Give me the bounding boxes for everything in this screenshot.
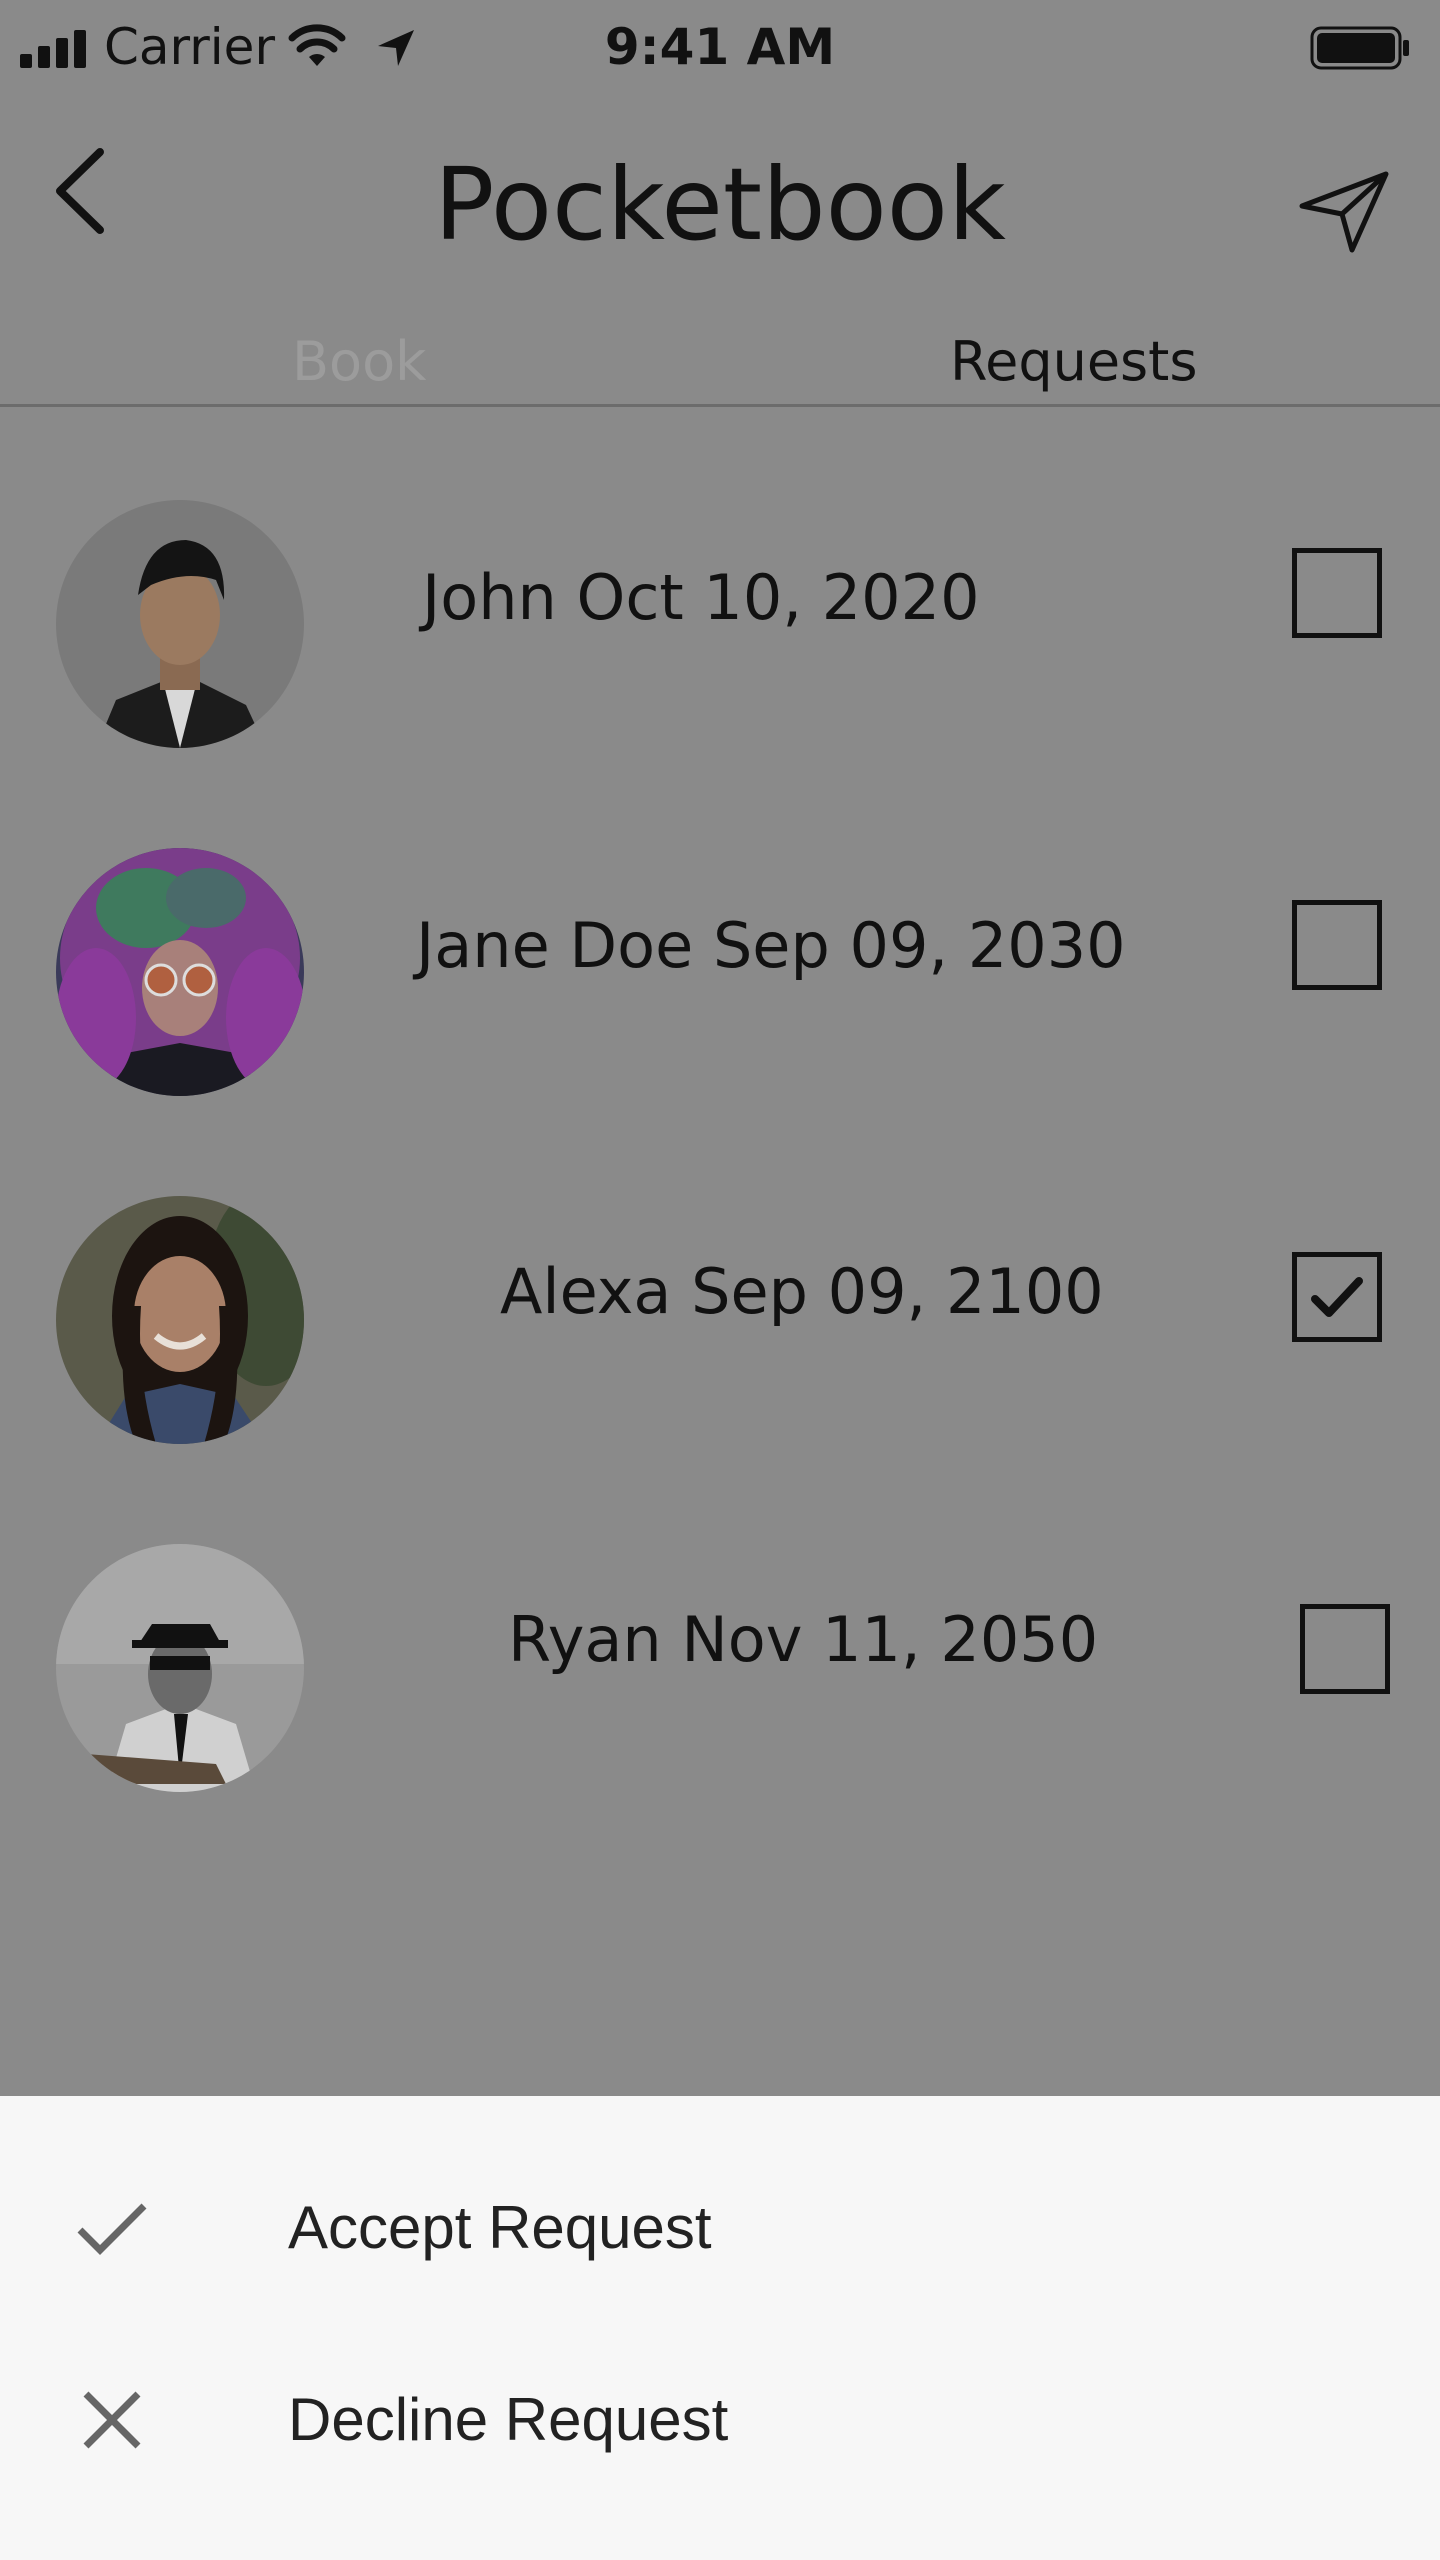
pocketbook-screen: Carrier 9:41 AM Pocketbook Book Requests	[0, 0, 1440, 2560]
request-row[interactable]: Alexa Sep 09, 2100	[0, 1196, 1440, 1446]
page-title: Pocketbook	[434, 146, 1006, 263]
action-sheet: Accept Request Decline Request	[0, 2096, 1440, 2560]
request-label: John Oct 10, 2020	[422, 561, 980, 634]
jane-avatar	[56, 848, 304, 1096]
request-row[interactable]: Jane Doe Sep 09, 2030	[0, 848, 1440, 1098]
john-avatar	[56, 500, 304, 748]
request-label: Ryan Nov 11, 2050	[508, 1603, 1099, 1676]
status-bar: Carrier 9:41 AM	[0, 0, 1440, 96]
send-icon[interactable]	[1298, 170, 1390, 254]
status-time: 9:41 AM	[604, 18, 836, 76]
request-checkbox[interactable]	[1292, 1252, 1382, 1342]
request-row[interactable]: John Oct 10, 2020	[0, 500, 1440, 750]
request-checkbox[interactable]	[1292, 900, 1382, 990]
request-row[interactable]: Ryan Nov 11, 2050	[0, 1544, 1440, 1794]
decline-request-label: Decline Request	[288, 2386, 729, 2453]
checkmark-icon	[1311, 1277, 1363, 1317]
request-checkbox[interactable]	[1300, 1604, 1390, 1694]
check-icon	[77, 2203, 147, 2255]
accept-request-label: Accept Request	[288, 2194, 712, 2261]
request-label: Alexa Sep 09, 2100	[500, 1255, 1104, 1328]
ryan-avatar	[56, 1544, 304, 1792]
alexa-avatar	[56, 1196, 304, 1444]
battery-icon	[1310, 26, 1409, 70]
tab-requests[interactable]: Requests	[950, 326, 1197, 398]
close-icon	[83, 2391, 141, 2449]
decline-request-button[interactable]: Decline Request	[0, 2360, 1440, 2520]
request-label: Jane Doe Sep 09, 2030	[416, 909, 1126, 982]
tab-book[interactable]: Book	[292, 326, 426, 398]
request-checkbox[interactable]	[1292, 548, 1382, 638]
tab-bar: Book Requests	[0, 318, 1440, 407]
accept-request-button[interactable]: Accept Request	[0, 2168, 1440, 2328]
